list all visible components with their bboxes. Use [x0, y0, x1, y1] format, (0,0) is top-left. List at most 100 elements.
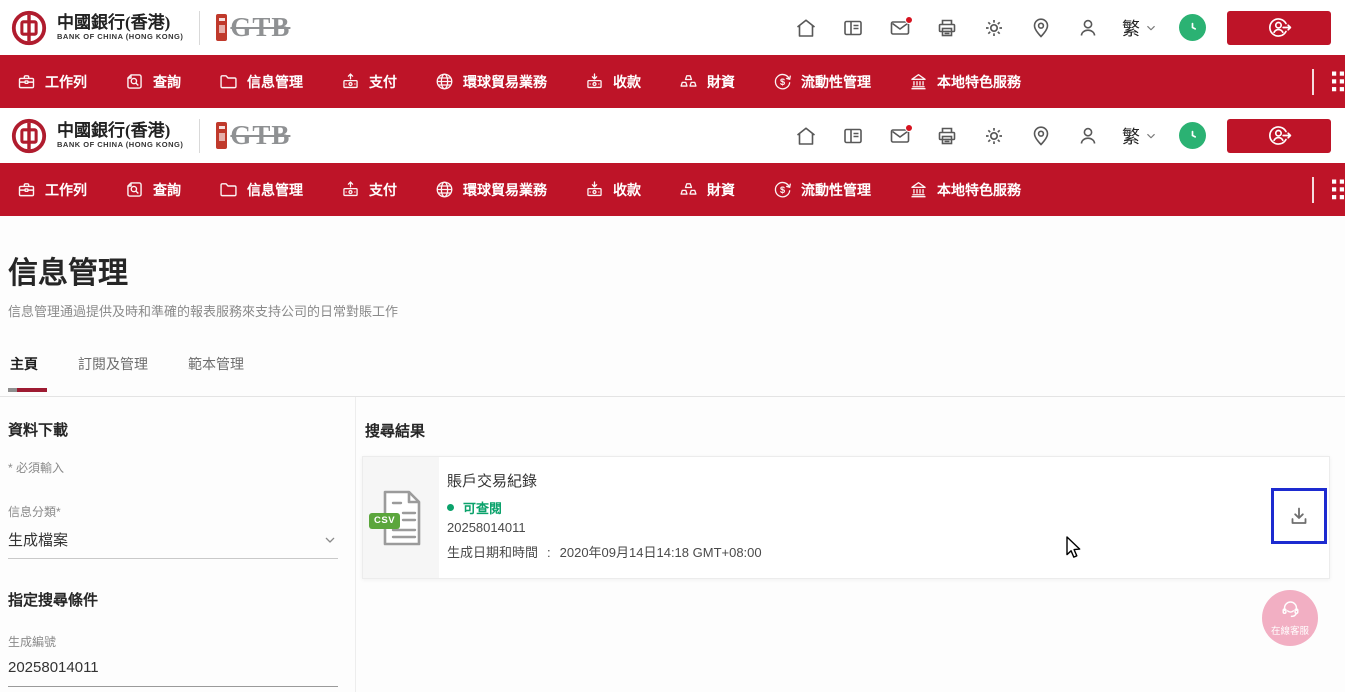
generated-datetime-label: 生成日期和時間 — [447, 545, 538, 560]
session-timer-badge[interactable] — [1179, 122, 1206, 149]
home-button[interactable] — [793, 123, 819, 149]
download-section-heading: 資料下載 — [8, 419, 68, 440]
category-select[interactable]: 生成檔案 — [8, 521, 338, 559]
header-icons: 繁 — [793, 119, 1331, 153]
boc-logo-icon — [10, 9, 48, 47]
search-sidebar: 資料下載 * 必須輸入 信息分類* 生成檔案 指定搜尋條件 生成編號 20258… — [0, 397, 356, 692]
file-icon-column: CSV — [363, 457, 439, 578]
print-button[interactable] — [934, 15, 960, 41]
gtb-logo-text: GTB — [230, 122, 290, 149]
status-dot-icon — [447, 504, 454, 511]
language-selector[interactable]: 繁 — [1122, 123, 1158, 149]
user-icon — [1076, 16, 1100, 40]
download-button[interactable] — [1271, 488, 1327, 544]
nav-item-collections[interactable]: 收款 — [584, 179, 641, 200]
nav-item-enquiry[interactable]: 查詢 — [124, 71, 181, 92]
nav-item-local-services[interactable]: 本地特色服務 — [908, 179, 1021, 200]
gtb-logo: GTB — [216, 14, 290, 41]
nav-item-payments[interactable]: 支付 — [340, 179, 397, 200]
nav-item-worklist[interactable]: 工作列 — [16, 179, 87, 200]
locations-button[interactable] — [1028, 123, 1054, 149]
profile-button[interactable] — [1075, 123, 1101, 149]
nav-right — [1312, 55, 1345, 108]
print-button[interactable] — [934, 123, 960, 149]
home-button[interactable] — [793, 15, 819, 41]
nav-item-global-trade[interactable]: 環球貿易業務 — [434, 179, 547, 200]
status-badge: 可查閱 — [463, 498, 502, 517]
profile-button[interactable] — [1075, 15, 1101, 41]
bank-name-en: BANK OF CHINA (HONG KONG) — [57, 141, 183, 149]
apps-grid-button[interactable] — [1332, 73, 1345, 90]
briefcase-icon — [16, 71, 37, 92]
nav-item-information-management[interactable]: 信息管理 — [218, 71, 303, 92]
user-icon — [1076, 124, 1100, 148]
nav-label: 流動性管理 — [801, 180, 871, 200]
nav-item-local-services[interactable]: 本地特色服務 — [908, 71, 1021, 92]
gold-bars-icon — [678, 71, 699, 92]
location-pin-icon — [1029, 16, 1053, 40]
nav-item-liquidity[interactable]: 流動性管理 — [772, 179, 871, 200]
payment-out-icon — [340, 71, 361, 92]
nav-item-global-trade[interactable]: 環球貿易業務 — [434, 71, 547, 92]
chevron-down-icon — [1144, 129, 1158, 143]
logout-button[interactable] — [1227, 11, 1331, 45]
payment-out-icon — [340, 179, 361, 200]
dashboard-button[interactable] — [840, 15, 866, 41]
brand: 中國銀行(香港) BANK OF CHINA (HONG KONG) GTB — [10, 9, 290, 47]
settings-button[interactable] — [981, 123, 1007, 149]
settings-button[interactable] — [981, 15, 1007, 41]
nav-label: 工作列 — [45, 72, 87, 92]
nav-label: 工作列 — [45, 180, 87, 200]
gear-icon — [982, 16, 1006, 40]
globe-icon — [434, 71, 455, 92]
tab-bar: 主頁 訂閱及管理 範本管理 — [8, 354, 246, 388]
dashboard-icon — [841, 16, 865, 40]
nav-item-information-management[interactable]: 信息管理 — [218, 179, 303, 200]
tab-home[interactable]: 主頁 — [8, 354, 40, 388]
gear-icon — [982, 124, 1006, 148]
generated-datetime-value: 2020年09月14日14:18 GMT+08:00 — [560, 545, 762, 560]
nav-item-treasury[interactable]: 財資 — [678, 71, 735, 92]
generation-no-input[interactable]: 20258014011 — [8, 649, 338, 687]
bank-name: 中國銀行(香港) BANK OF CHINA (HONG KONG) — [57, 14, 183, 42]
clock-icon — [1184, 127, 1201, 144]
tab-templates[interactable]: 範本管理 — [186, 354, 246, 388]
required-note: * 必須輸入 — [8, 459, 64, 476]
nav-item-enquiry[interactable]: 查詢 — [124, 179, 181, 200]
nav-label: 本地特色服務 — [937, 72, 1021, 92]
apps-grid-button[interactable] — [1332, 181, 1345, 198]
page-title: 信息管理 — [8, 248, 128, 292]
locations-button[interactable] — [1028, 15, 1054, 41]
live-chat-label: 在線客服 — [1262, 623, 1318, 637]
unread-badge — [905, 16, 913, 24]
gtb-seal-icon — [216, 14, 227, 41]
nav-label: 信息管理 — [247, 180, 303, 200]
dashboard-button[interactable] — [840, 123, 866, 149]
nav-label: 信息管理 — [247, 72, 303, 92]
logout-button[interactable] — [1227, 119, 1331, 153]
status-row: 可查閱 — [447, 498, 502, 517]
folder-icon — [218, 71, 239, 92]
collection-in-icon — [584, 179, 605, 200]
nav-item-liquidity[interactable]: 流動性管理 — [772, 71, 871, 92]
gtb-logo: GTB — [216, 122, 290, 149]
active-tab-underline — [8, 388, 47, 392]
nav-item-treasury[interactable]: 財資 — [678, 179, 735, 200]
globe-icon — [434, 179, 455, 200]
live-chat-button[interactable]: 在線客服 — [1262, 590, 1318, 646]
printer-icon — [935, 124, 959, 148]
brand-divider — [199, 11, 200, 45]
briefcase-icon — [16, 179, 37, 200]
language-selector[interactable]: 繁 — [1122, 15, 1158, 41]
generation-no-label: 生成編號 — [8, 633, 56, 650]
tab-subscriptions[interactable]: 訂閱及管理 — [76, 354, 150, 388]
nav-item-worklist[interactable]: 工作列 — [16, 71, 87, 92]
download-icon — [1287, 504, 1311, 528]
nav-item-collections[interactable]: 收款 — [584, 71, 641, 92]
session-timer-badge[interactable] — [1179, 14, 1206, 41]
messages-button[interactable] — [887, 15, 913, 41]
headset-icon — [1279, 597, 1302, 620]
reference-number: 20258014011 — [447, 520, 526, 535]
messages-button[interactable] — [887, 123, 913, 149]
nav-item-payments[interactable]: 支付 — [340, 71, 397, 92]
